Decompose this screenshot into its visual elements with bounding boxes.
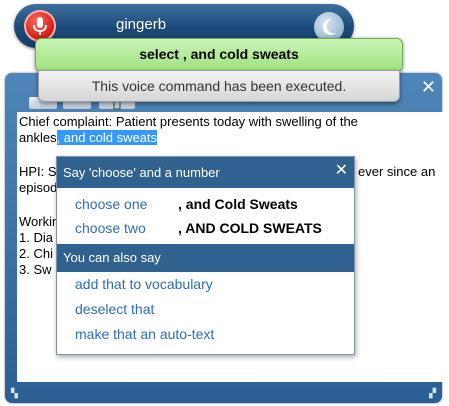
also-say-header: You can also say — [57, 244, 354, 272]
correction-menu-header: Say 'choose' and a number ✕ — [57, 157, 354, 188]
resize-grip-icon[interactable]: ▞ — [429, 388, 436, 399]
add-to-vocabulary-command[interactable]: add that to vocabulary — [57, 272, 354, 297]
text-line: 3. Sw — [19, 262, 52, 277]
choice-result: , AND COLD SWEATS — [178, 220, 322, 236]
voice-command-notification: select , and cold sweats — [35, 38, 403, 72]
close-icon[interactable]: ✕ — [335, 155, 348, 186]
selected-text: , and cold sweats — [56, 130, 158, 145]
choice-command[interactable]: choose two — [75, 216, 146, 240]
text-line: 1. Dia — [19, 230, 53, 245]
text-line: 2. Chi — [19, 246, 53, 261]
choice-command[interactable]: choose one — [75, 192, 147, 216]
resize-grip-icon[interactable]: ▚ — [11, 388, 18, 399]
close-icon[interactable]: ✕ — [421, 77, 436, 98]
text-line: HPI: S — [19, 164, 57, 179]
text-line: ankles, and cold sweats — [19, 130, 158, 145]
text-line: Chief complaint: Patient presents today … — [19, 114, 358, 129]
deselect-command[interactable]: deselect that — [57, 297, 354, 322]
text-line: episod — [19, 180, 58, 195]
text-line: Workin — [19, 214, 60, 229]
choice-item[interactable]: choose one , and Cold Sweats — [57, 192, 354, 216]
choice-result: , and Cold Sweats — [178, 196, 298, 212]
make-auto-text-command[interactable]: make that an auto-text — [57, 322, 354, 347]
correction-menu: Say 'choose' and a number ✕ choose one ,… — [56, 156, 355, 355]
command-executed-message: This voice command has been executed. — [38, 70, 400, 102]
user-name: gingerb — [116, 16, 167, 33]
text-line-tail: ever since an — [358, 164, 436, 179]
choice-item[interactable]: choose two , AND COLD SWEATS — [57, 216, 354, 240]
